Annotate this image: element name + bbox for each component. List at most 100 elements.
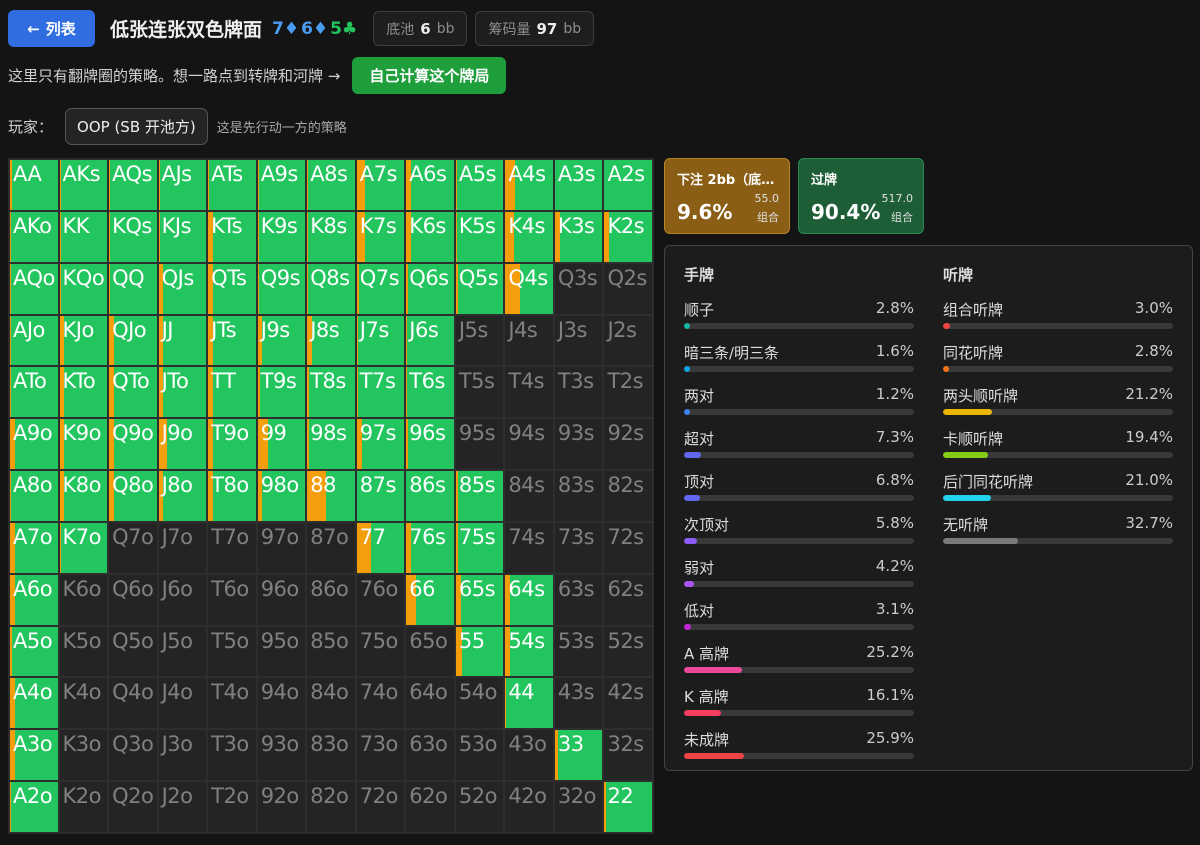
hand-cell[interactable]: KJs [157,210,208,263]
hand-cell[interactable]: QJs [157,262,208,315]
hand-cell[interactable]: T3s [553,366,604,419]
hand-cell[interactable]: 87o [306,521,356,574]
hand-cell[interactable]: 43s [553,677,604,730]
hand-cell[interactable]: J9o [157,418,208,471]
hand-cell[interactable]: A8o [9,470,59,522]
hand-cell[interactable]: J6o [157,573,208,626]
hand-cell[interactable]: K6s [405,210,455,263]
hand-cell[interactable]: 55 [454,625,505,678]
back-to-list-button[interactable]: ← 列表 [8,10,95,47]
hand-cell[interactable]: J4o [157,677,208,730]
hand-cell[interactable]: 44 [504,677,554,730]
hand-cell[interactable]: 65o [405,625,455,678]
hand-cell[interactable]: 84o [306,677,356,730]
hand-cell[interactable]: J9s [256,314,307,367]
hand-cell[interactable]: K2o [58,781,109,833]
hand-cell[interactable]: AQo [9,262,59,315]
hand-cell[interactable]: A2o [9,781,59,833]
hand-cell[interactable]: Q8o [108,470,158,522]
hand-cell[interactable]: 63o [405,729,455,782]
hand-cell[interactable]: J8o [157,470,208,522]
hand-cell[interactable]: Q4o [108,677,158,730]
hand-cell[interactable]: T3o [207,729,257,782]
hand-cell[interactable]: K2s [603,210,653,263]
hand-cell[interactable]: T2s [603,366,653,419]
hand-cell[interactable]: Q6s [405,262,455,315]
hand-cell[interactable]: QTo [108,366,158,419]
hand-cell[interactable]: 83s [553,470,604,522]
hand-cell[interactable]: QTs [207,262,257,315]
hand-cell[interactable]: 32o [553,781,604,833]
hand-cell[interactable]: 76o [355,573,406,626]
hand-cell[interactable]: 54o [454,677,505,730]
hand-cell[interactable]: J8s [306,314,356,367]
hand-cell[interactable]: J7s [355,314,406,367]
hand-cell[interactable]: 75o [355,625,406,678]
hand-cell[interactable]: K5s [454,210,505,263]
hand-cell[interactable]: 83o [306,729,356,782]
hand-cell[interactable]: K9s [256,210,307,263]
hand-cell[interactable]: 85s [454,470,505,522]
hand-cell[interactable]: AKs [58,159,109,211]
hand-cell[interactable]: A3s [553,159,604,211]
hand-cell[interactable]: 52s [603,625,653,678]
hand-cell[interactable]: J3s [553,314,604,367]
hand-cell[interactable]: KJo [58,314,109,367]
hand-cell[interactable]: 88 [306,470,356,522]
hand-cell[interactable]: J7o [157,521,208,574]
hand-cell[interactable]: 92o [256,781,307,833]
hand-cell[interactable]: K6o [58,573,109,626]
hand-cell[interactable]: KQs [108,210,158,263]
hand-cell[interactable]: A4o [9,677,59,730]
hand-cell[interactable]: J5s [454,314,505,367]
hand-cell[interactable]: 82o [306,781,356,833]
hand-cell[interactable]: K5o [58,625,109,678]
hand-cell[interactable]: K7s [355,210,406,263]
hand-cell[interactable]: T7s [355,366,406,419]
hand-cell[interactable]: TT [207,366,257,419]
hand-cell[interactable]: A5o [9,625,59,678]
hand-cell[interactable]: 53o [454,729,505,782]
hand-cell[interactable]: A7s [355,159,406,211]
hand-cell[interactable]: T4o [207,677,257,730]
hand-cell[interactable]: Q2o [108,781,158,833]
hand-cell[interactable]: 52o [454,781,505,833]
action-card-bet[interactable]: 下注 2bb（底池33%） 9.6% 55.0 组合 [664,158,790,234]
hand-cell[interactable]: Q7s [355,262,406,315]
hand-cell[interactable]: A4s [504,159,554,211]
hand-cell[interactable]: Q4s [504,262,554,315]
hand-cell[interactable]: 74o [355,677,406,730]
hand-cell[interactable]: 62s [603,573,653,626]
hand-cell[interactable]: 42o [504,781,554,833]
hand-cell[interactable]: 96s [405,418,455,471]
hand-cell[interactable]: K3o [58,729,109,782]
player-select-button[interactable]: OOP (SB 开池方) [65,108,208,145]
hand-cell[interactable]: T5s [454,366,505,419]
hand-cell[interactable]: 86o [306,573,356,626]
hand-cell[interactable]: A3o [9,729,59,782]
hand-cell[interactable]: T8s [306,366,356,419]
hand-cell[interactable]: Q7o [108,521,158,574]
hand-cell[interactable]: JTo [157,366,208,419]
calculate-spot-button[interactable]: 自己计算这个牌局 [352,57,507,94]
hand-cell[interactable]: T4s [504,366,554,419]
hand-cell[interactable]: KQo [58,262,109,315]
hand-cell[interactable]: 76s [405,521,455,574]
hand-cell[interactable]: A9s [256,159,307,211]
hand-cell[interactable]: J3o [157,729,208,782]
hand-cell[interactable]: 72s [603,521,653,574]
hand-cell[interactable]: T2o [207,781,257,833]
hand-cell[interactable]: QQ [108,262,158,315]
hand-cell[interactable]: 72o [355,781,406,833]
hand-cell[interactable]: 63s [553,573,604,626]
hand-cell[interactable]: A7o [9,521,59,574]
hand-cell[interactable]: AJs [157,159,208,211]
hand-cell[interactable]: 22 [603,781,653,833]
hand-cell[interactable]: A5s [454,159,505,211]
hand-cell[interactable]: T7o [207,521,257,574]
hand-cell[interactable]: K7o [58,521,109,574]
hand-cell[interactable]: 42s [603,677,653,730]
hand-cell[interactable]: 32s [603,729,653,782]
hand-cell[interactable]: 86s [405,470,455,522]
hand-cell[interactable]: J2o [157,781,208,833]
